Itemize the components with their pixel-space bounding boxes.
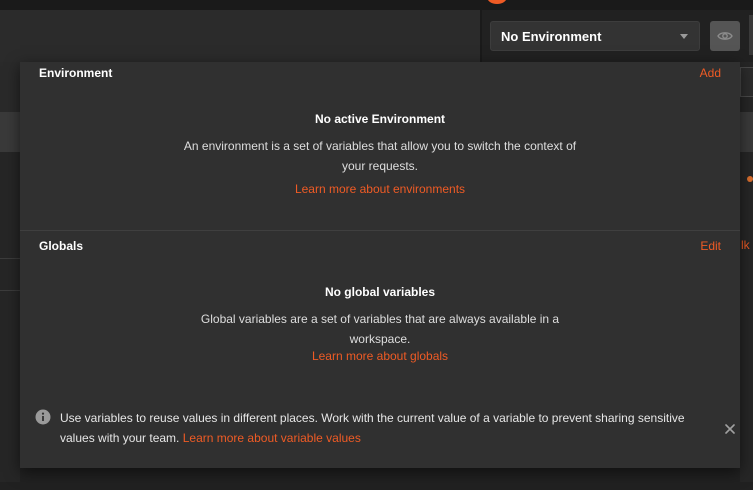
- environment-empty-description: An environment is a set of variables tha…: [183, 139, 577, 173]
- learn-globals-link[interactable]: Learn more about globals: [20, 349, 740, 363]
- environment-quick-look-button[interactable]: [710, 21, 740, 51]
- info-icon: [35, 409, 51, 425]
- background-divider: [0, 258, 20, 259]
- eye-icon: [717, 32, 733, 40]
- environment-empty-state: No active Environment An environment is …: [20, 112, 740, 196]
- background-row: [0, 62, 20, 112]
- background-row: [0, 152, 20, 482]
- environment-empty-heading: No active Environment: [314, 112, 446, 126]
- tab-bar: [0, 10, 480, 62]
- globals-empty-heading: No global variables: [324, 285, 436, 299]
- variables-info-text: Use variables to reuse values in differe…: [60, 408, 690, 448]
- environment-select-value: No Environment: [501, 28, 602, 44]
- environment-title: Environment: [39, 66, 113, 80]
- background-row: [740, 112, 753, 152]
- top-strip: [0, 0, 753, 10]
- close-info-button[interactable]: [723, 422, 737, 436]
- background-row: [0, 112, 20, 152]
- globals-title: Globals: [39, 239, 84, 253]
- background-link: lk: [741, 238, 750, 252]
- variables-info-banner: Use variables to reuse values in differe…: [35, 408, 735, 452]
- globals-empty-description: Global variables are a set of variables …: [200, 312, 560, 346]
- section-divider: [20, 230, 740, 231]
- close-icon: [725, 424, 735, 434]
- background-dot: [747, 176, 753, 182]
- postman-window: lk No Environment Environment Add No act…: [0, 0, 753, 490]
- learn-variable-values-link[interactable]: Learn more about variable values: [183, 431, 361, 445]
- add-environment-button[interactable]: Add: [700, 66, 721, 80]
- learn-environments-link[interactable]: Learn more about environments: [20, 182, 740, 196]
- variables-info-message: Use variables to reuse values in differe…: [60, 411, 685, 445]
- globals-section-header: Globals Edit: [39, 239, 721, 253]
- environment-select[interactable]: No Environment: [490, 21, 700, 51]
- edit-globals-button[interactable]: Edit: [700, 239, 721, 253]
- globals-empty-state: No global variables Global variables are…: [20, 285, 740, 363]
- background-divider: [0, 290, 20, 291]
- caret-down-icon: [680, 33, 688, 39]
- environment-section-header: Environment Add: [39, 66, 721, 80]
- toolbar-edge: [749, 15, 753, 55]
- environment-quick-look-popover: Environment Add No active Environment An…: [20, 62, 740, 468]
- background-input: [740, 67, 753, 97]
